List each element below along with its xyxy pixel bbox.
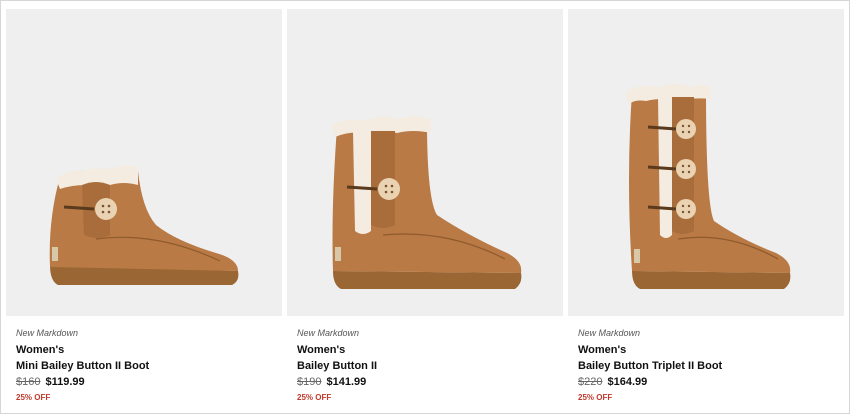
price-row: $220 $164.99 <box>578 375 844 389</box>
product-grid: New Markdown Women's Mini Bailey Button … <box>6 9 844 409</box>
new-markdown-badge: New Markdown <box>578 328 641 338</box>
original-price: $160 <box>16 376 41 388</box>
product-gender: Women's <box>297 344 346 356</box>
product-card[interactable]: New Markdown Women's Bailey Button Tripl… <box>568 9 844 409</box>
product-name-link[interactable]: Bailey Button Triplet II Boot <box>578 359 844 373</box>
product-image[interactable] <box>287 9 563 316</box>
product-name-link[interactable]: Bailey Button II <box>297 359 563 373</box>
tall-boot-image <box>331 116 522 289</box>
new-markdown-badge: New Markdown <box>16 328 79 338</box>
product-image[interactable] <box>6 9 282 316</box>
discount-label: 25% OFF <box>16 393 51 402</box>
product-image[interactable] <box>568 9 844 316</box>
product-gender: Women's <box>578 344 627 356</box>
product-gender: Women's <box>16 344 65 356</box>
sale-price: $141.99 <box>326 376 367 388</box>
discount-label: 25% OFF <box>297 393 332 402</box>
discount-label: 25% OFF <box>578 393 613 402</box>
mini-boot-image <box>49 165 239 285</box>
product-name-link[interactable]: Mini Bailey Button II Boot <box>16 359 282 373</box>
price-row: $190 $141.99 <box>297 375 563 389</box>
new-markdown-badge: New Markdown <box>297 328 360 338</box>
sale-price: $119.99 <box>45 376 85 388</box>
original-price: $220 <box>578 376 603 388</box>
original-price: $190 <box>297 376 322 388</box>
sale-price: $164.99 <box>607 376 648 388</box>
product-card[interactable]: New Markdown Women's Bailey Button II $1… <box>287 9 563 409</box>
product-card[interactable]: New Markdown Women's Mini Bailey Button … <box>6 9 282 409</box>
price-row: $160 $119.99 <box>16 375 282 389</box>
triplet-boot-image <box>626 84 791 289</box>
